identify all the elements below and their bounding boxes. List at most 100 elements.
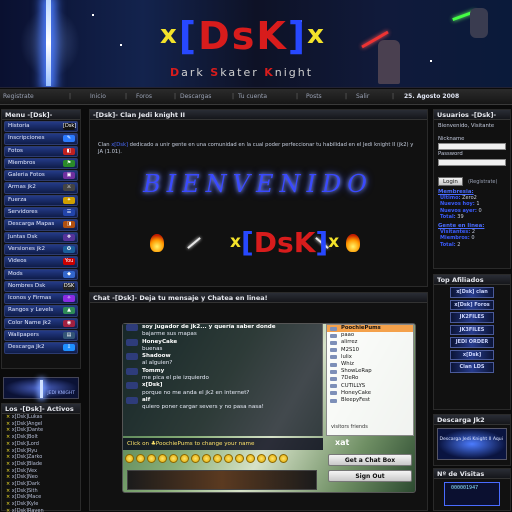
nav-item-salir[interactable]: Salir — [356, 93, 382, 100]
nav-item-tu-cuenta[interactable]: Tu cuenta — [238, 93, 288, 100]
chat-user[interactable]: PoochiePums — [327, 325, 413, 333]
affiliate-banner[interactable]: x[Dsk] clan — [450, 287, 494, 298]
menu-item[interactable]: Mods ◆ — [4, 268, 78, 280]
active-member[interactable]: × x[Dsk]Sith — [2, 488, 80, 495]
chat-user[interactable]: ShowLeRap — [327, 368, 413, 375]
active-member[interactable]: × x[Dsk]Vex — [2, 468, 80, 475]
menu-item[interactable]: Videos You — [4, 256, 78, 268]
menu-item[interactable]: Inscripciones ✎ — [4, 133, 78, 145]
smiley-icon[interactable] — [125, 454, 134, 463]
password-field[interactable] — [438, 158, 506, 166]
active-member[interactable]: × x[Dsk]Dark — [2, 481, 80, 488]
member-name: x[Dsk]Raven — [11, 507, 44, 512]
active-member[interactable]: × x[Dsk]Mace — [2, 494, 80, 501]
menu-item[interactable]: Versiones jk2 ✪ — [4, 243, 78, 256]
menu-item[interactable]: Iconos y Firmas ✧ — [4, 293, 78, 305]
chat-user-list[interactable]: PoochiePums paao alirrez M2S10 lulix Whiz Show… — [326, 324, 414, 436]
download-banner[interactable]: Descarga Jedi Knight II Aqui — [437, 428, 507, 460]
menu-item[interactable]: Wallpapers ▤ — [4, 330, 78, 342]
menu-item[interactable]: Historia [Dsk] — [4, 121, 78, 133]
user-avatar — [126, 382, 138, 390]
smiley-icon[interactable] — [158, 454, 167, 463]
chat-user[interactable]: 7DeRo — [327, 375, 413, 382]
menu-item[interactable]: Fotos ◧ — [4, 145, 78, 157]
active-member[interactable]: × x[Dsk]Blade — [2, 461, 80, 468]
smiley-icon[interactable] — [180, 454, 189, 463]
smiley-icon[interactable] — [202, 454, 211, 463]
login-button[interactable]: Login — [438, 176, 463, 186]
get-chat-box-button[interactable]: Get a Chat Box — [328, 454, 412, 466]
affiliate-banner[interactable]: Clan LDS — [450, 362, 494, 373]
chat-user-tabs[interactable]: visitors friends — [328, 424, 412, 432]
active-member[interactable]: × x[Dsk]Raven — [2, 508, 80, 512]
login-row: Login (Registrate) — [434, 168, 510, 187]
member-name: x[Dsk]Lord — [11, 440, 39, 447]
smiley-icon[interactable] — [224, 454, 233, 463]
chat-user[interactable]: CUTILLYS — [327, 383, 413, 390]
smiley-icon[interactable] — [136, 454, 145, 463]
chat-user[interactable]: BleepyFest — [327, 397, 413, 404]
active-member[interactable]: × x[Dsk]Bolt — [2, 434, 80, 441]
menu-item[interactable]: Miembros ⚑ — [4, 157, 78, 170]
nickname-field[interactable] — [438, 143, 506, 151]
stat-label: Nuevos hoy: — [440, 201, 475, 208]
smiley-icon[interactable] — [191, 454, 200, 463]
chat-name-hint[interactable]: Click on ♣PoochiePums to change your nam… — [123, 438, 323, 450]
menu-item[interactable]: Servidores ☰ — [4, 207, 78, 219]
menu-item[interactable]: Nombres Dsk DSK — [4, 280, 78, 293]
active-member[interactable]: × x[Dsk]Angel — [2, 421, 80, 428]
chat-user[interactable]: M2S10 — [327, 347, 413, 354]
active-member[interactable]: × x[Dsk]Lukas — [2, 414, 80, 421]
chat-messages[interactable]: soy jugador de jk2... y quería saber don… — [123, 324, 323, 436]
menu-item[interactable]: Juntas Dsk ❖ — [4, 231, 78, 243]
smiley-icon[interactable] — [246, 454, 255, 463]
affiliate-banner[interactable]: JK2FILES — [450, 312, 494, 323]
nav-register-link[interactable]: Registrate — [0, 93, 50, 100]
clan-logo: x[DsK]x — [160, 14, 326, 58]
jedi-knight-banner[interactable]: JEDI KNIGHT — [3, 377, 79, 399]
chat-user[interactable]: Whiz — [327, 361, 413, 368]
chat-user[interactable]: alirrez — [327, 339, 413, 346]
smiley-icon[interactable] — [268, 454, 277, 463]
active-member[interactable]: × x[Dsk]Dante — [2, 427, 80, 434]
nav-item-descargas[interactable]: Descargas — [180, 93, 228, 100]
active-member[interactable]: × x[Dsk]Zarko — [2, 454, 80, 461]
menu-item[interactable]: Armas jk2 ⚔ — [4, 182, 78, 194]
smiley-icon[interactable] — [235, 454, 244, 463]
menu-item[interactable]: Fuerza ✦ — [4, 194, 78, 207]
menu-item[interactable]: Rangos y Levels ▲ — [4, 305, 78, 317]
affiliate-banner[interactable]: JEDI ORDER — [450, 337, 494, 348]
active-member[interactable]: × x[Dsk]Lord — [2, 441, 80, 448]
active-member[interactable]: × x[Dsk]Ryu — [2, 448, 80, 455]
nav-item-posts[interactable]: Posts — [306, 93, 336, 100]
smiley-icon[interactable] — [147, 454, 156, 463]
member-name: x[Dsk]Lukas — [11, 414, 43, 420]
active-member[interactable]: × x[Dsk]Neo — [2, 474, 80, 481]
affiliate-banner[interactable]: x[Dsk] Foros — [450, 299, 494, 310]
menu-item-icon: ▲ — [63, 307, 75, 315]
download-panel: Descarga Jk2 Descarga Jedi Knight II Aqu… — [433, 414, 511, 466]
smiley-icon[interactable] — [257, 454, 266, 463]
smiley-icon[interactable] — [279, 454, 288, 463]
menu-item[interactable]: Galeria Fotos ▣ — [4, 170, 78, 182]
stat-row: Total: 2 — [434, 242, 510, 249]
menu-item[interactable]: Descarga Mapas ◨ — [4, 219, 78, 231]
flame-icon — [150, 234, 164, 252]
affiliate-banner[interactable]: JK3FILES — [450, 324, 494, 335]
stat-label: Miembros: — [440, 235, 470, 242]
nav-item-inicio[interactable]: Inicio — [90, 93, 116, 100]
sign-out-button[interactable]: Sign Out — [328, 470, 412, 482]
menu-item[interactable]: Descarga Jk2 ⇩ — [4, 342, 78, 354]
dsk-logo: x[DsK]x — [230, 226, 339, 259]
chat-user[interactable]: lulix — [327, 354, 413, 361]
chat-user[interactable]: paao — [327, 332, 413, 339]
nav-item-foros[interactable]: Foros — [136, 93, 170, 100]
menu-item[interactable]: Color Name jk2 ◉ — [4, 317, 78, 330]
smiley-icon[interactable] — [213, 454, 222, 463]
affiliate-banner[interactable]: x[Dsk] — [450, 349, 494, 360]
chat-user[interactable]: HoneyCake — [327, 390, 413, 397]
smiley-icon[interactable] — [169, 454, 178, 463]
active-member[interactable]: × x[Dsk]Kyle — [2, 501, 80, 508]
register-link[interactable]: (Registrate) — [468, 179, 498, 185]
xat-logo[interactable]: xat — [335, 438, 349, 447]
